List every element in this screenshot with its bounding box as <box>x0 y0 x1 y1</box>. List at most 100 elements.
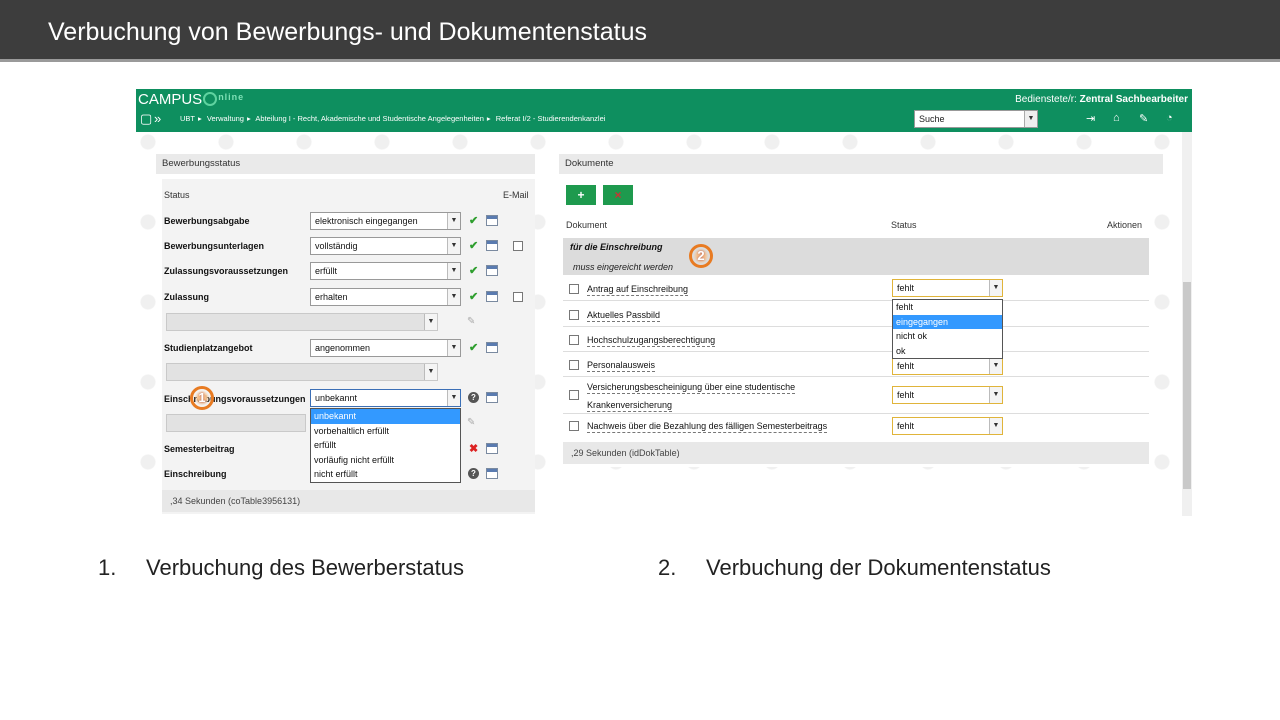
chevron-down-icon[interactable]: ▼ <box>1024 111 1037 127</box>
doc-checkbox[interactable] <box>569 390 579 400</box>
app-topbar: CAMPUS nline Bedienstete/r: Zentral Sachb… <box>136 89 1192 132</box>
row-label: Bewerbungsunterlagen <box>164 241 265 251</box>
doc-status-select[interactable]: fehlt ▼ <box>892 386 1003 404</box>
bewerbung-dropdown-list: unbekannt vorbehaltlich erfüllt erfüllt … <box>310 408 461 483</box>
status-select[interactable]: erfüllt ▼ <box>310 262 461 280</box>
user-name[interactable]: Zentral Sachbearbeiter <box>1080 94 1188 105</box>
pencil-icon[interactable]: ✎ <box>467 316 475 327</box>
remove-button[interactable]: × <box>603 185 633 205</box>
check-icon: ✔ <box>469 240 479 252</box>
email-checkbox[interactable] <box>513 292 523 302</box>
status-select[interactable]: elektronisch eingegangen ▼ <box>310 212 461 230</box>
chevron-down-icon[interactable]: ▼ <box>989 387 1002 403</box>
doc-checkbox[interactable] <box>569 360 579 370</box>
dashboard-icon[interactable]: ◔ <box>1166 112 1173 124</box>
doc-checkbox[interactable] <box>569 335 579 345</box>
row-divider <box>563 300 1149 301</box>
doc-status-select[interactable]: fehlt ▼ <box>892 417 1003 435</box>
calendar-icon[interactable] <box>486 215 498 226</box>
doc-checkbox[interactable] <box>569 310 579 320</box>
row-label: Semesterbeitrag <box>164 444 235 454</box>
doc-status-select[interactable]: fehlt ▼ <box>892 357 1003 375</box>
chevron-down-icon[interactable]: ▼ <box>447 289 460 305</box>
app-screenshot: CAMPUS nline Bedienstete/r: Zentral Sachb… <box>136 89 1192 516</box>
select-value: elektronisch eingegangen <box>315 216 418 226</box>
doc-link[interactable]: Aktuelles Passbild <box>587 309 661 322</box>
select-value: vollständig <box>315 241 358 251</box>
search-value: Suche <box>919 114 945 124</box>
dokumente-title: Dokumente <box>559 154 1163 174</box>
double-chevron-icon[interactable]: » <box>154 111 161 127</box>
col-email-header: E-Mail <box>503 190 529 200</box>
status-select[interactable]: erhalten ▼ <box>310 288 461 306</box>
breadcrumb-item[interactable]: Verwaltung <box>207 114 244 123</box>
doc-link[interactable]: Nachweis über die Bezahlung des fälligen… <box>587 420 828 433</box>
pencil-icon[interactable]: ✎ <box>467 417 475 428</box>
status-select[interactable]: angenommen ▼ <box>310 339 461 357</box>
chevron-right-icon: ▸ <box>486 114 491 123</box>
row-divider <box>563 376 1149 377</box>
home-icon[interactable]: ⌂ <box>1113 112 1120 124</box>
logout-icon[interactable]: ⇥ <box>1086 112 1095 125</box>
chevron-down-icon[interactable]: ▼ <box>447 213 460 229</box>
dropdown-option[interactable]: eingegangen <box>893 314 1002 329</box>
group-title: für die Einschreibung <box>570 242 663 252</box>
calendar-icon[interactable] <box>486 342 498 353</box>
doc-checkbox[interactable] <box>569 284 579 294</box>
nav-row: ▢ » UBT ▸ Verwaltung ▸ Abteilung I - Recht… <box>136 109 1192 131</box>
calendar-icon[interactable] <box>486 240 498 251</box>
status-select[interactable]: unbekannt ▼ <box>310 389 461 407</box>
logo-online-text: nline <box>218 92 245 102</box>
doc-link[interactable]: Antrag auf Einschreibung <box>587 283 689 296</box>
calendar-icon[interactable] <box>486 265 498 276</box>
chevron-down-icon[interactable]: ▼ <box>989 280 1002 296</box>
chevron-down-icon[interactable]: ▼ <box>447 263 460 279</box>
breadcrumb-item[interactable]: Referat I/2 - Studierendenkanzlei <box>496 114 606 123</box>
dropdown-option[interactable]: ok <box>893 344 1002 359</box>
chevron-down-icon[interactable]: ▼ <box>447 238 460 254</box>
dropdown-option[interactable]: vorbehaltlich erfüllt <box>311 424 460 439</box>
window-icon[interactable]: ▢ <box>140 111 152 127</box>
slide-title: Verbuchung von Bewerbungs- und Dokumente… <box>48 18 647 46</box>
calendar-icon[interactable] <box>486 392 498 403</box>
row-label: Zulassung <box>164 292 210 302</box>
doc-link-line2[interactable]: Krankenversicherung <box>587 399 673 412</box>
chevron-down-icon[interactable]: ▼ <box>989 418 1002 434</box>
breadcrumb-item[interactable]: UBT <box>180 114 195 123</box>
chevron-down-icon: ▼ <box>424 364 437 380</box>
add-button[interactable]: + <box>566 185 596 205</box>
doc-status-select[interactable]: fehlt ▼ <box>892 279 1003 297</box>
campusonline-logo[interactable]: CAMPUS nline <box>138 91 244 108</box>
doc-link[interactable]: Versicherungsbescheinigung über eine stu… <box>587 381 796 394</box>
calendar-icon[interactable] <box>486 443 498 454</box>
check-icon: ✔ <box>469 342 479 354</box>
chevron-down-icon[interactable]: ▼ <box>989 358 1002 374</box>
dropdown-option[interactable]: unbekannt <box>311 409 460 424</box>
chevron-down-icon[interactable]: ▼ <box>447 340 460 356</box>
doc-checkbox[interactable] <box>569 421 579 431</box>
calendar-icon[interactable] <box>486 291 498 302</box>
user-info: Bedienstete/r: Zentral Sachbearbeiter <box>1015 94 1188 105</box>
status-select[interactable]: vollständig ▼ <box>310 237 461 255</box>
breadcrumb-item[interactable]: Abteilung I - Recht, Akademische und Stu… <box>255 114 484 123</box>
disabled-select: ▼ <box>166 313 438 331</box>
row-label: Zulassungsvoraussetzungen <box>164 266 289 276</box>
doc-link[interactable]: Hochschulzugangsberechtigung <box>587 334 716 347</box>
dropdown-option[interactable]: vorläufig nicht erfüllt <box>311 453 460 468</box>
email-checkbox[interactable] <box>513 241 523 251</box>
search-select[interactable]: Suche ▼ <box>914 110 1038 128</box>
dropdown-option[interactable]: fehlt <box>893 300 1002 315</box>
dropdown-option[interactable]: erfüllt <box>311 438 460 453</box>
scrollbar-thumb[interactable] <box>1183 282 1191 489</box>
bewerbungsstatus-title: Bewerbungsstatus <box>156 154 535 174</box>
dropdown-option[interactable]: nicht ok <box>893 329 1002 344</box>
chevron-down-icon[interactable]: ▼ <box>447 390 460 406</box>
dropdown-option[interactable]: nicht erfüllt <box>311 467 460 482</box>
col-status-header: Status <box>164 190 190 200</box>
edit-icon[interactable]: ✎ <box>1139 112 1148 125</box>
doc-link[interactable]: Personalausweis <box>587 359 656 372</box>
check-icon: ✔ <box>469 291 479 303</box>
chevron-down-icon: ▼ <box>424 314 437 330</box>
calendar-icon[interactable] <box>486 468 498 479</box>
dokument-dropdown-list: fehlt eingegangen nicht ok ok <box>892 299 1003 359</box>
